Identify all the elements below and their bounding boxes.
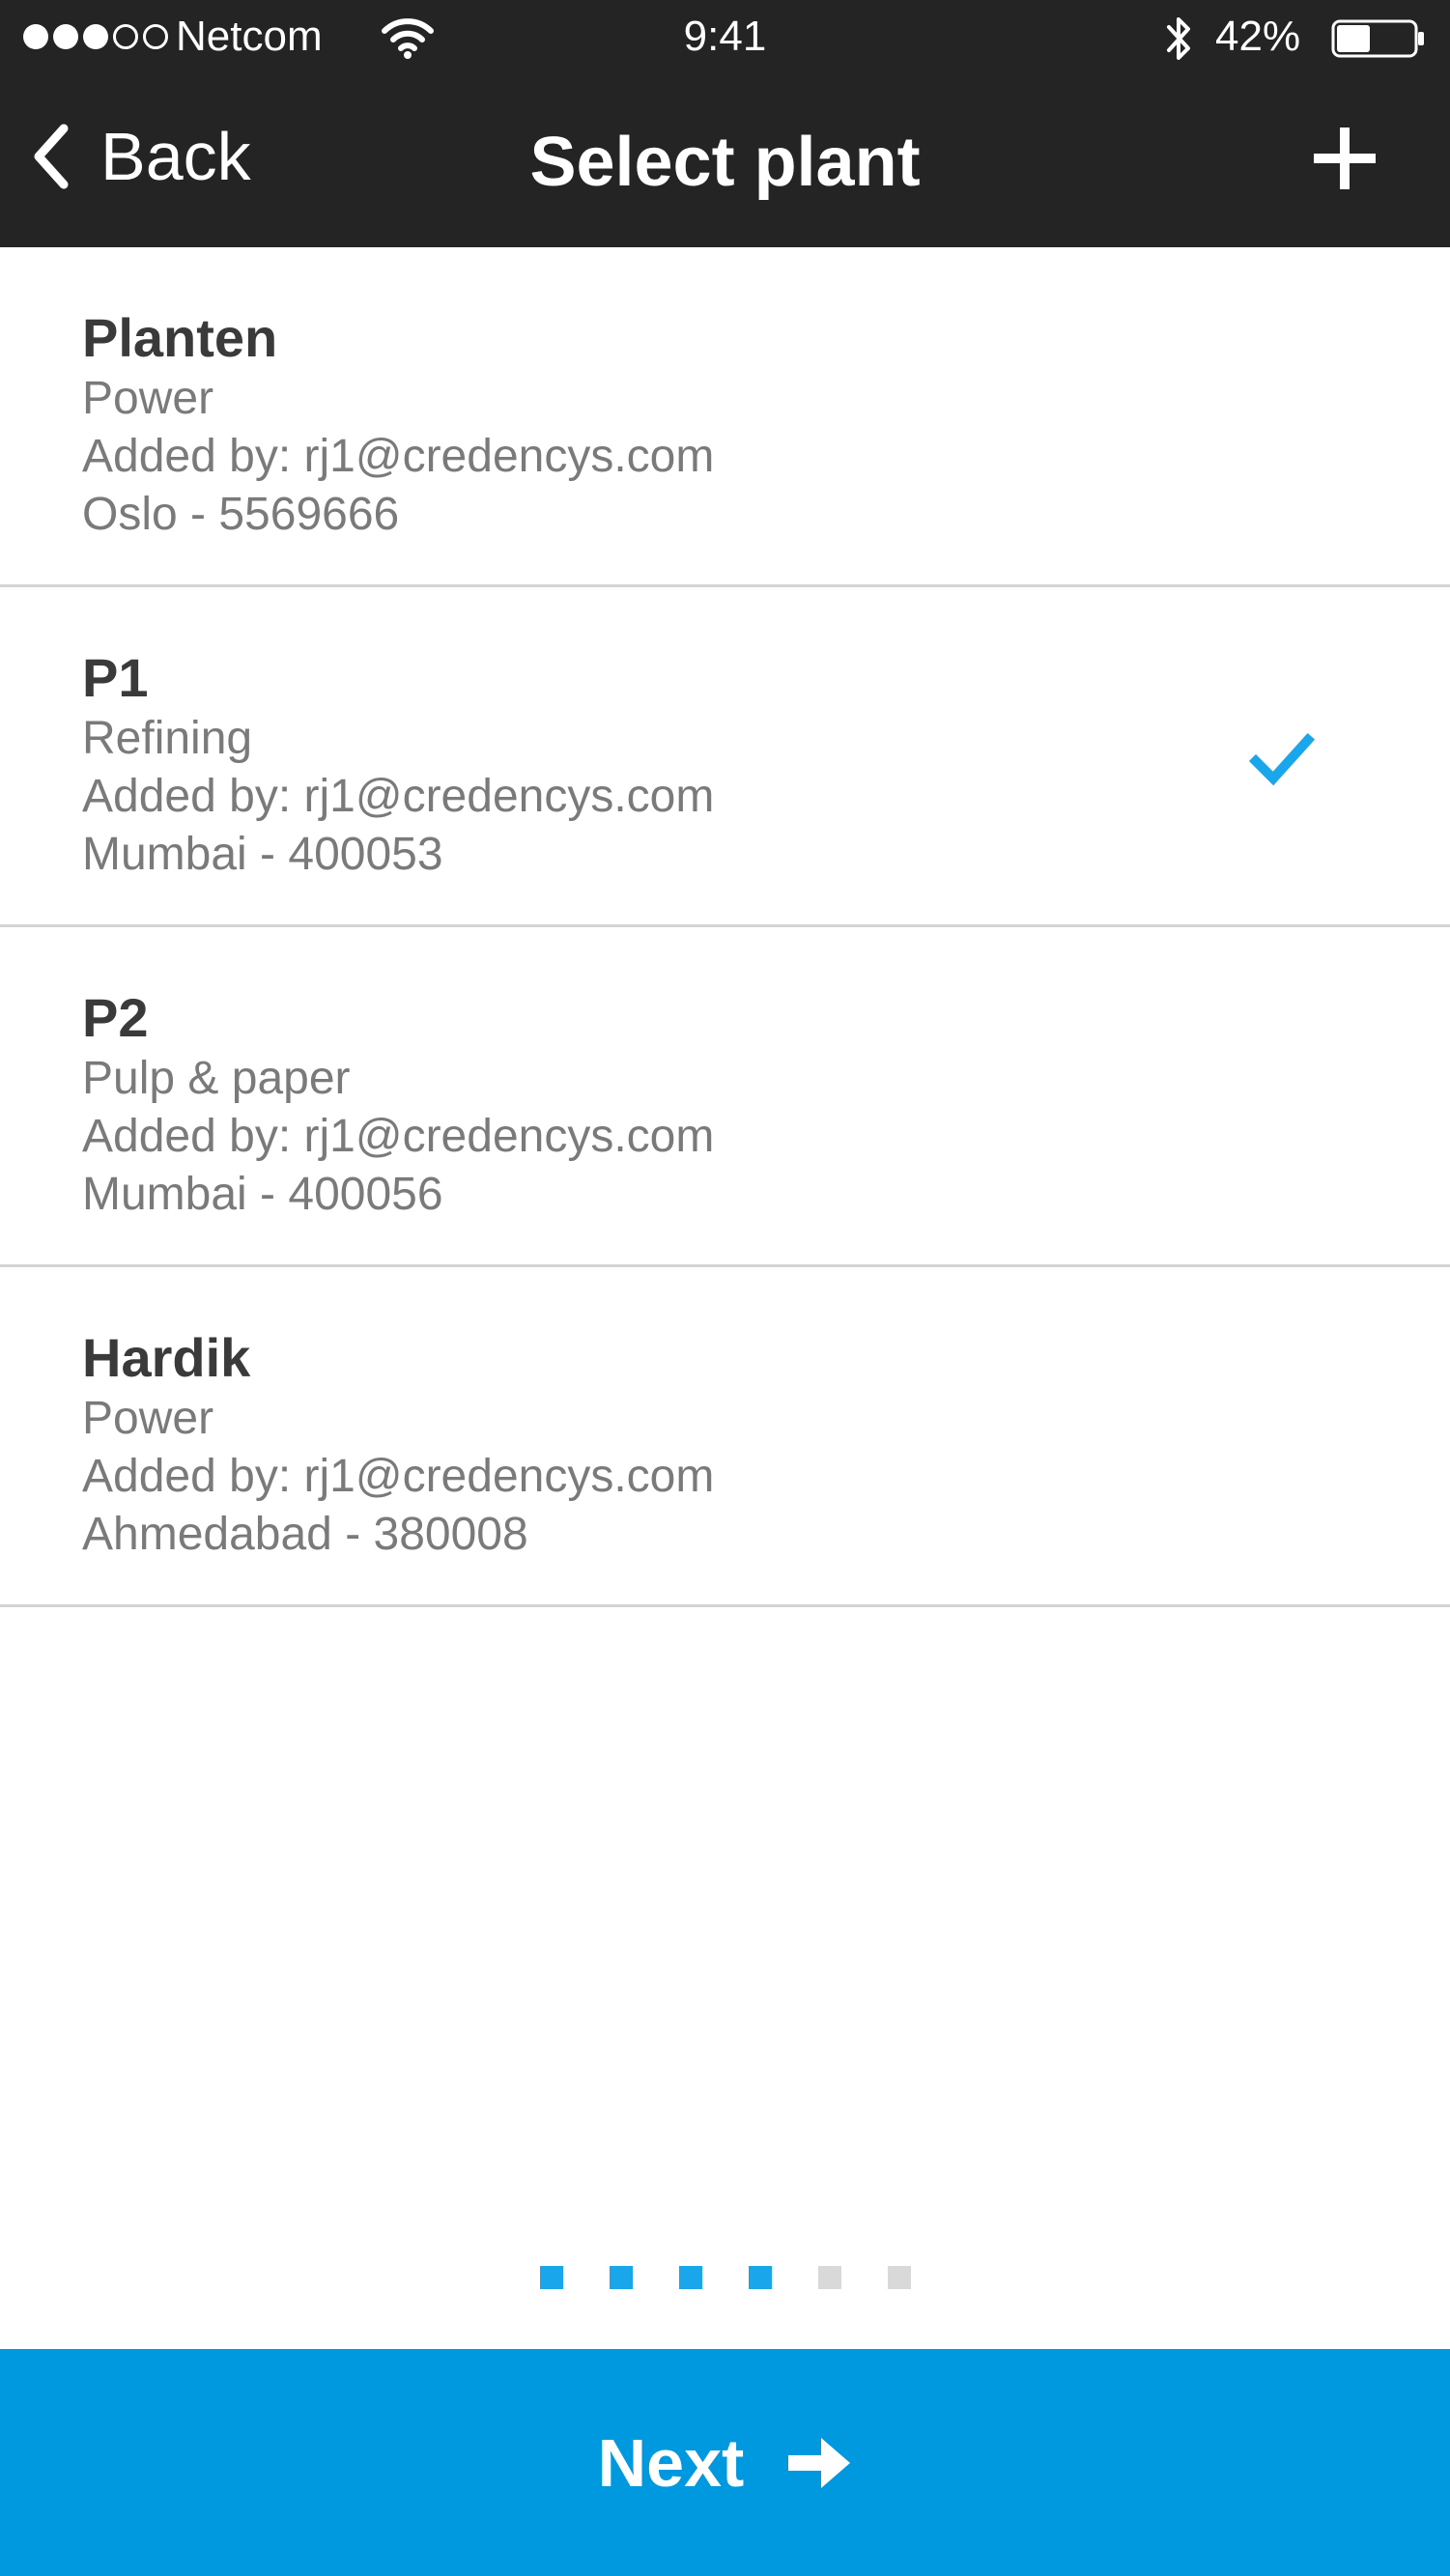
step-dot-inactive bbox=[887, 2266, 911, 2289]
plant-list-item[interactable]: Planten Power Added by: rj1@credencys.co… bbox=[0, 247, 1450, 587]
step-dot-active bbox=[748, 2266, 772, 2289]
plant-list-item[interactable]: Hardik Power Added by: rj1@credencys.com… bbox=[0, 1267, 1450, 1607]
plant-list: Planten Power Added by: rj1@credencys.co… bbox=[0, 247, 1450, 1607]
plant-name: P1 bbox=[82, 647, 149, 708]
status-bar: Netcom 9:41 42% bbox=[0, 0, 1450, 73]
arrow-right-icon bbox=[788, 2437, 851, 2488]
step-dot-active bbox=[678, 2266, 702, 2289]
plant-industry: Power bbox=[82, 1393, 214, 1444]
plant-location: Mumbai - 400053 bbox=[82, 829, 443, 880]
next-label: Next bbox=[597, 2424, 745, 2501]
step-dot-active bbox=[609, 2266, 633, 2289]
plus-icon[interactable] bbox=[1306, 120, 1383, 197]
plant-industry: Power bbox=[82, 373, 214, 424]
battery-percent: 42% bbox=[1215, 13, 1301, 60]
step-indicator bbox=[0, 2266, 1450, 2289]
page-title: Select plant bbox=[529, 124, 921, 201]
plant-location: Mumbai - 400056 bbox=[82, 1169, 443, 1220]
navigation-bar: Back Select plant bbox=[0, 73, 1450, 247]
bluetooth-icon bbox=[1167, 17, 1190, 60]
next-button[interactable]: Next bbox=[0, 2349, 1450, 2576]
plant-name: Hardik bbox=[82, 1327, 251, 1388]
plant-industry: Refining bbox=[82, 713, 253, 764]
plant-added-by: Added by: rj1@credencys.com bbox=[82, 1111, 715, 1162]
plant-industry: Pulp & paper bbox=[82, 1053, 351, 1104]
step-dot-inactive bbox=[817, 2266, 841, 2289]
plant-list-item[interactable]: P2 Pulp & paper Added by: rj1@credencys.… bbox=[0, 927, 1450, 1267]
plant-name: Planten bbox=[82, 307, 278, 368]
checkmark-icon bbox=[1248, 732, 1316, 786]
battery-icon bbox=[1331, 19, 1424, 58]
plant-list-item[interactable]: P1 Refining Added by: rj1@credencys.com … bbox=[0, 587, 1450, 927]
step-dot-active bbox=[539, 2266, 563, 2289]
select-plant-screen: Netcom 9:41 42% Back Select plant Plante… bbox=[0, 0, 1450, 2576]
plant-added-by: Added by: rj1@credencys.com bbox=[82, 771, 715, 822]
plant-added-by: Added by: rj1@credencys.com bbox=[82, 1451, 715, 1502]
plant-location: Ahmedabad - 380008 bbox=[82, 1509, 528, 1560]
plant-name: P2 bbox=[82, 987, 149, 1048]
plant-location: Oslo - 5569666 bbox=[82, 489, 400, 540]
plant-added-by: Added by: rj1@credencys.com bbox=[82, 431, 715, 482]
